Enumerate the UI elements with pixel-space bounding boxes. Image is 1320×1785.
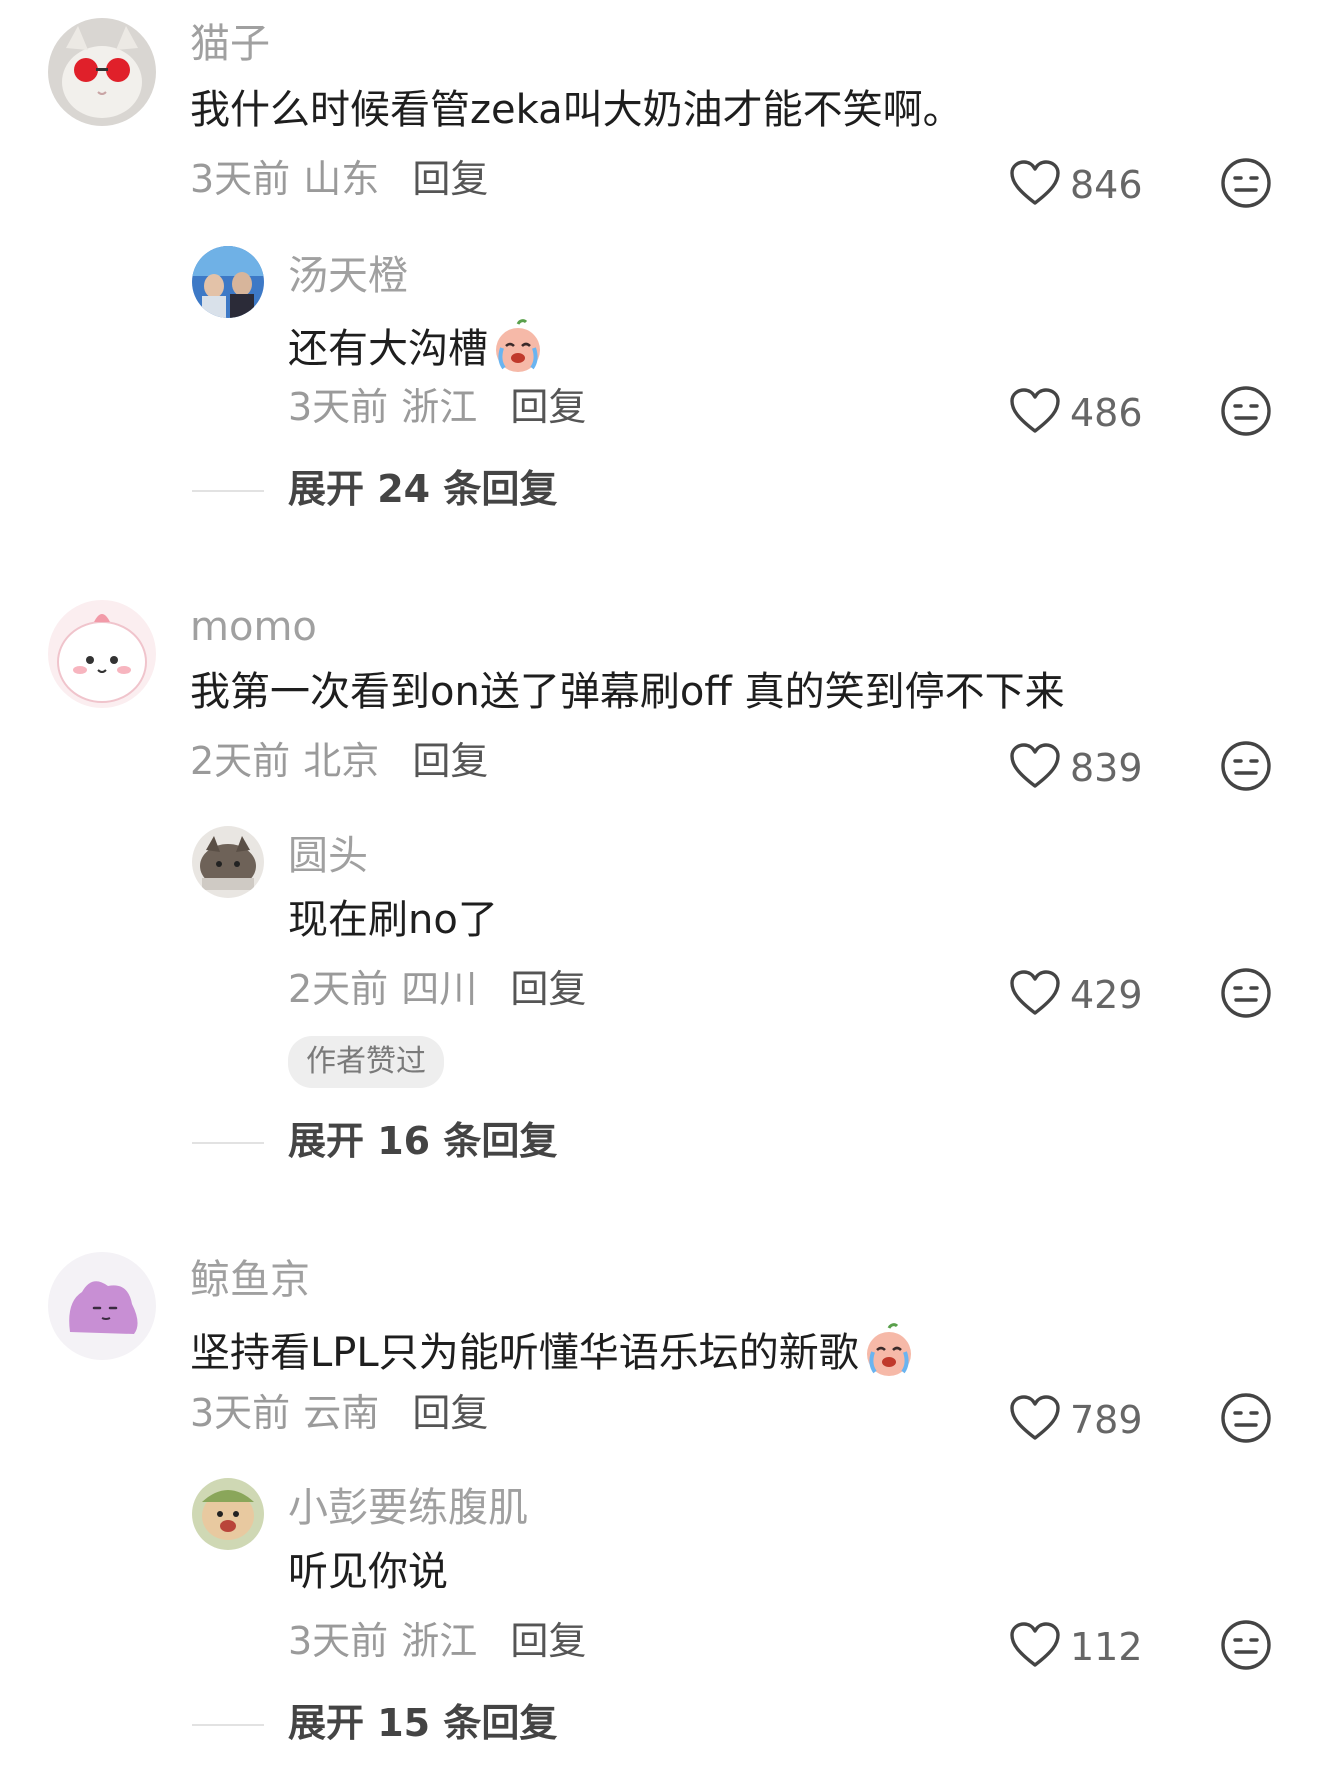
reply-button[interactable]: 回复 [510,385,586,429]
reply-location: 四川 [401,967,478,1011]
like-count: 429 [1070,973,1143,1017]
reply-location: 浙江 [401,385,478,429]
comment-meta: 3天前 山东 回复 [190,160,488,198]
reply-meta: 3天前 浙江 回复 [288,388,586,426]
comment-location: 山东 [303,157,380,201]
reply-button[interactable]: 回复 [510,967,586,1011]
comment-meta: 3天前 云南 回复 [190,1394,488,1432]
heart-outline-icon[interactable] [1010,388,1060,434]
avatar[interactable] [48,1252,156,1360]
meh-face-icon[interactable] [1220,1619,1272,1671]
avatar[interactable] [192,246,264,318]
heart-outline-icon[interactable] [1010,1395,1060,1441]
heart-outline-icon[interactable] [1010,1622,1060,1668]
expand-divider [192,1724,264,1726]
reply-meta: 2天前 四川 回复 [288,970,586,1008]
reply-location: 浙江 [401,1619,478,1663]
comment-time: 2天前 [190,739,291,783]
author-liked-badge: 作者赞过 [288,1036,444,1088]
like-count: 112 [1070,1625,1143,1669]
reply-text: 听见你说 [288,1549,448,1595]
username[interactable]: 猫子 [190,24,270,64]
comment-text: 坚持看LPL只为能听懂华语乐坛的新歌 [190,1330,859,1376]
comment-meta: 2天前 北京 回复 [190,742,488,780]
crying-face-sticker-icon [861,1322,917,1378]
username[interactable]: 汤天橙 [288,256,408,296]
reply-button[interactable]: 回复 [412,739,488,783]
like-count: 486 [1070,391,1143,435]
expand-divider [192,490,264,492]
username[interactable]: 圆头 [288,836,368,876]
meh-face-icon[interactable] [1220,967,1272,1019]
meh-face-icon[interactable] [1220,385,1272,437]
like-count: 789 [1070,1398,1143,1442]
comment-text: 我第一次看到on送了弹幕刷off 真的笑到停不下来 [190,669,1065,715]
expand-replies-button[interactable]: 展开 24 条回复 [288,470,557,508]
avatar[interactable] [48,600,156,708]
reply-text: 现在刷no了 [288,897,498,943]
avatar[interactable] [192,1478,264,1550]
comment-time: 3天前 [190,1391,291,1435]
expand-replies-button[interactable]: 展开 15 条回复 [288,1704,557,1742]
reply-button[interactable]: 回复 [510,1619,586,1663]
expand-divider [192,1142,264,1144]
meh-face-icon[interactable] [1220,740,1272,792]
comment-time: 3天前 [190,157,291,201]
meh-face-icon[interactable] [1220,157,1272,209]
like-count: 839 [1070,746,1143,790]
username[interactable]: momo [190,607,317,647]
reply-time: 3天前 [288,385,389,429]
expand-replies-button[interactable]: 展开 16 条回复 [288,1122,557,1160]
comment-text-row: 坚持看LPL只为能听懂华语乐坛的新歌 [190,1322,917,1378]
comment-location: 北京 [303,739,380,783]
username[interactable]: 小彭要练腹肌 [288,1488,528,1528]
username[interactable]: 鲸鱼京 [190,1260,310,1300]
reply-button[interactable]: 回复 [412,157,488,201]
reply-meta: 3天前 浙江 回复 [288,1622,586,1660]
reply-text-row: 还有大沟槽 [288,318,546,374]
like-count: 846 [1070,163,1143,207]
reply-time: 2天前 [288,967,389,1011]
reply-time: 3天前 [288,1619,389,1663]
reply-button[interactable]: 回复 [412,1391,488,1435]
heart-outline-icon[interactable] [1010,160,1060,206]
reply-text: 还有大沟槽 [288,326,488,372]
heart-outline-icon[interactable] [1010,970,1060,1016]
comment-text: 我什么时候看管zeka叫大奶油才能不笑啊。 [190,87,963,133]
crying-face-sticker-icon [490,318,546,374]
comment-location: 云南 [303,1391,380,1435]
heart-outline-icon[interactable] [1010,743,1060,789]
avatar[interactable] [192,826,264,898]
meh-face-icon[interactable] [1220,1392,1272,1444]
avatar[interactable] [48,18,156,126]
